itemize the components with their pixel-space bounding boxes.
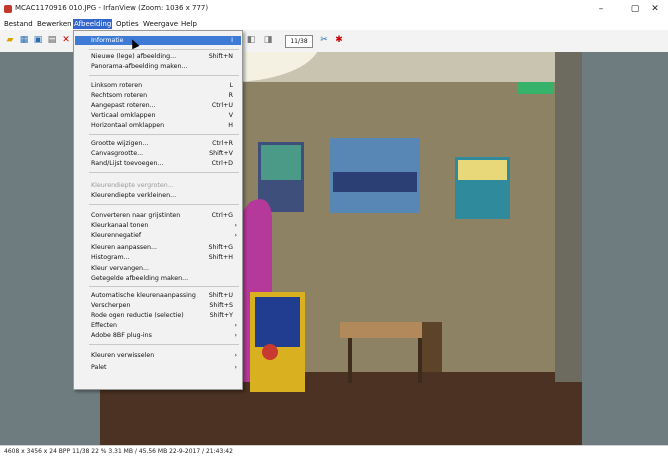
menu-item-aangepast-roteren[interactable]: Aangepast roteren... Ctrl+U bbox=[75, 101, 241, 110]
settings-tools-icon[interactable]: ✂ bbox=[318, 34, 330, 46]
close-button[interactable]: ✕ bbox=[640, 1, 668, 17]
menu-afbeelding[interactable]: Afbeelding bbox=[73, 19, 113, 29]
menu-item-kleuren-aanpassen[interactable]: Kleuren aanpassen... Shift+G bbox=[75, 243, 241, 252]
menu-item-kleur-vervangen[interactable]: Kleur vervangen... bbox=[75, 264, 241, 273]
menu-item-kleurennegatief[interactable]: Kleurennegatief › bbox=[75, 231, 241, 240]
irfanview-app-icon bbox=[4, 5, 12, 13]
window-title: MCAC1170916 010.JPG - IrfanView (Zoom: 1… bbox=[15, 4, 209, 12]
menu-separator bbox=[89, 172, 239, 173]
print-icon[interactable]: ▤ bbox=[46, 34, 58, 46]
menu-separator bbox=[89, 49, 239, 50]
menu-opties[interactable]: Opties bbox=[115, 19, 140, 29]
menu-item-linksom-roteren[interactable]: Linksom roteren L bbox=[75, 81, 241, 90]
menu-separator bbox=[89, 204, 239, 205]
slideshow-icon[interactable]: ▦ bbox=[18, 34, 30, 46]
menu-item-getegelde-afbeelding[interactable]: Getegelde afbeelding maken... bbox=[75, 274, 241, 283]
menu-item-nieuwe-afbeelding[interactable]: Nieuwe (lege) afbeelding... Shift+N bbox=[75, 52, 241, 61]
menu-item-grijstinten[interactable]: Converteren naar grijstinten Ctrl+G bbox=[75, 211, 241, 220]
menu-item-auto-kleurenaanpassing[interactable]: Automatische kleurenaanpassing Shift+U bbox=[75, 291, 241, 300]
irfanview-info-icon[interactable]: ✱ bbox=[333, 34, 345, 46]
menu-item-rode-ogen-reductie[interactable]: Rode ogen reductie (selectie) Shift+Y bbox=[75, 311, 241, 320]
page-counter[interactable]: 11/38 bbox=[285, 35, 313, 48]
open-folder-icon[interactable]: ▰ bbox=[4, 34, 16, 46]
next-page-icon[interactable]: ◨ bbox=[262, 34, 274, 46]
previous-page-icon[interactable]: ◧ bbox=[245, 34, 257, 46]
menu-separator bbox=[89, 344, 239, 345]
menu-item-kleurkanaal-tonen[interactable]: Kleurkanaal tonen › bbox=[75, 221, 241, 230]
menu-item-kleuren-verwisselen[interactable]: Kleuren verwisselen › bbox=[75, 351, 241, 360]
menu-item-palet[interactable]: Palet › bbox=[75, 363, 241, 372]
menu-item-panorama[interactable]: Panorama-afbeelding maken... bbox=[75, 62, 241, 71]
menu-item-verticaal-omklappen[interactable]: Verticaal omklappen V bbox=[75, 111, 241, 120]
menu-weergave[interactable]: Weergave bbox=[142, 19, 179, 29]
menu-item-rand-lijst[interactable]: Rand/Lijst toevoegen... Ctrl+D bbox=[75, 159, 241, 168]
save-icon[interactable]: ▣ bbox=[32, 34, 44, 46]
menu-bewerken[interactable]: Bewerken bbox=[36, 19, 73, 29]
menu-item-histogram[interactable]: Histogram... Shift+H bbox=[75, 253, 241, 262]
menu-bar: Bestand Bewerken Afbeelding Opties Weerg… bbox=[0, 18, 668, 30]
menu-item-kleurendiepte-vergroten: Kleurendiepte vergroten... bbox=[91, 182, 174, 189]
afbeelding-dropdown-menu: Informatie I Nieuwe (lege) afbeelding... S… bbox=[73, 30, 243, 390]
menu-bestand[interactable]: Bestand bbox=[3, 19, 34, 29]
menu-item-adobe-plugins[interactable]: Adobe 8BF plug-ins › bbox=[75, 331, 241, 340]
menu-separator bbox=[89, 134, 239, 135]
status-text: 4608 x 3456 x 24 BPP 11/38 22 % 3.31 MB … bbox=[4, 448, 233, 455]
menu-item-verscherpen[interactable]: Verscherpen Shift+S bbox=[75, 301, 241, 310]
menu-item-horizontaal-omklappen[interactable]: Horizontaal omklappen H bbox=[75, 121, 241, 130]
menu-item-rechtsom-roteren[interactable]: Rechtsom roteren R bbox=[75, 91, 241, 100]
minimize-button[interactable]: – bbox=[586, 1, 616, 17]
menu-separator bbox=[89, 286, 239, 287]
menu-separator bbox=[89, 75, 239, 76]
menu-item-effecten[interactable]: Effecten › bbox=[75, 321, 241, 330]
menu-help[interactable]: Help bbox=[180, 19, 198, 29]
status-bar: 4608 x 3456 x 24 BPP 11/38 22 % 3.31 MB … bbox=[0, 445, 668, 458]
title-bar: MCAC1170916 010.JPG - IrfanView (Zoom: 1… bbox=[0, 0, 668, 18]
delete-icon[interactable]: ✕ bbox=[60, 34, 72, 46]
menu-item-kleurendiepte-verkleinen[interactable]: Kleurendiepte verkleinen... bbox=[75, 191, 241, 200]
menu-item-grootte-wijzigen[interactable]: Grootte wijzigen... Ctrl+R bbox=[75, 139, 241, 148]
menu-item-informatie[interactable]: Informatie I bbox=[75, 36, 241, 45]
menu-item-canvasgrootte[interactable]: Canvasgrootte... Shift+V bbox=[75, 149, 241, 158]
